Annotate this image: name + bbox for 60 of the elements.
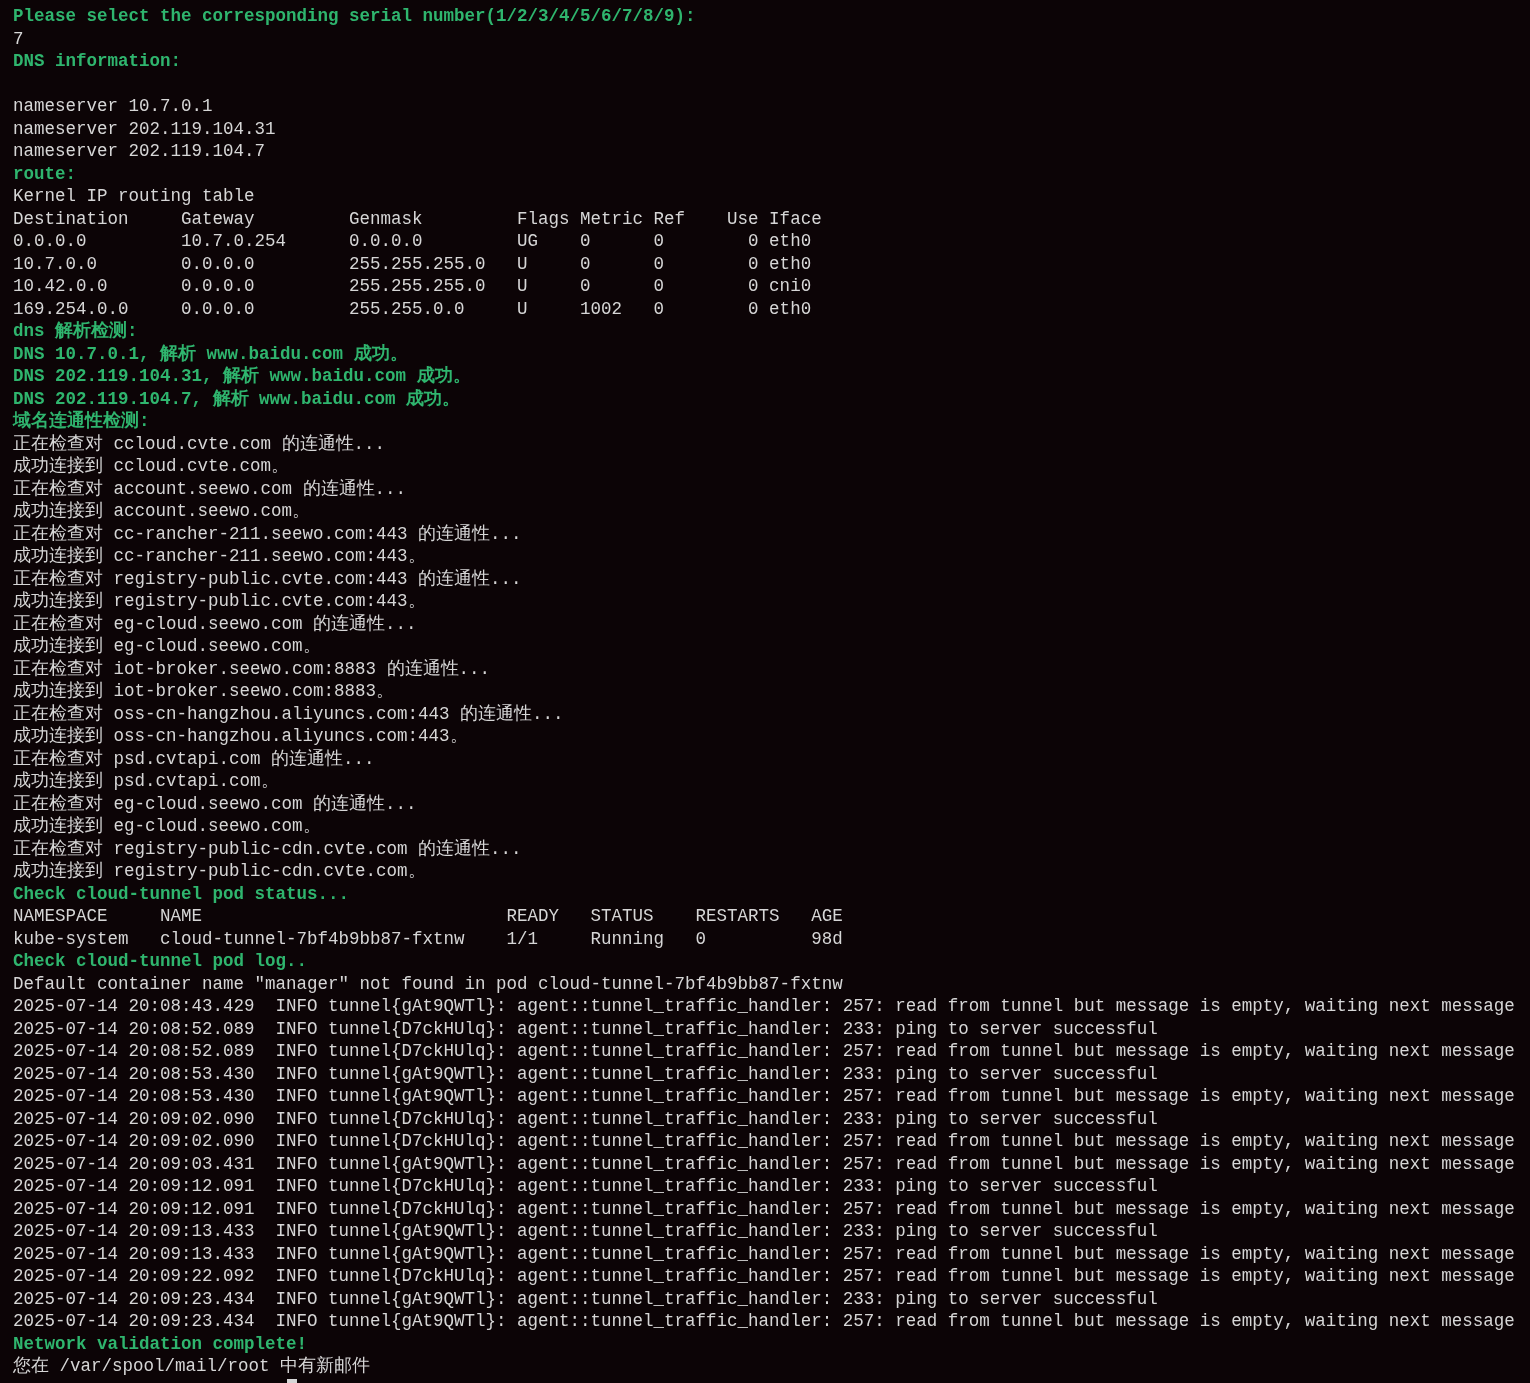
terminal-line: 169.254.0.0 0.0.0.0 255.255.0.0 U 1002 0 0 eth0 bbox=[13, 297, 812, 320]
terminal-line: 2025-07-14 20:09:22.092 INFO tunnel{D7ckHUlq}: agent::tunnel_traffic_handler: 257: read from tunnel but message is empty, waiting next message bbox=[13, 1265, 1515, 1288]
terminal-line: Destination Gateway Genmask Flags Metric Ref Use Iface bbox=[13, 207, 822, 230]
terminal-line: nameserver 202.119.104.7 bbox=[13, 140, 266, 163]
terminal-line: 成功连接到 psd.cvtapi.com。 bbox=[13, 770, 279, 793]
terminal-line: nameserver 10.7.0.1 bbox=[13, 95, 213, 118]
terminal-heading: Please select the corresponding serial number(1/2/3/4/5/6/7/8/9): bbox=[13, 5, 696, 28]
terminal-line: 2025-07-14 20:09:02.090 INFO tunnel{D7ckHUlq}: agent::tunnel_traffic_handler: 257: read from tunnel but message is empty, waiting next message bbox=[13, 1130, 1515, 1153]
terminal-line: 成功连接到 eg-cloud.seewo.com。 bbox=[13, 635, 321, 658]
terminal-line: 正在检查对 oss-cn-hangzhou.aliyuncs.com:443 的连通性... bbox=[13, 702, 564, 725]
terminal-line: 成功连接到 iot-broker.seewo.com:8883。 bbox=[13, 680, 395, 703]
terminal-line: 成功连接到 registry-public.cvte.com:443。 bbox=[13, 590, 426, 613]
terminal-line: 正在检查对 psd.cvtapi.com 的连通性... bbox=[13, 747, 375, 770]
terminal-line: 2025-07-14 20:09:12.091 INFO tunnel{D7ckHUlq}: agent::tunnel_traffic_handler: 257: read from tunnel but message is empty, waiting next message bbox=[13, 1197, 1515, 1220]
terminal-line: Kernel IP routing table bbox=[13, 185, 255, 208]
terminal-heading: DNS information: bbox=[13, 50, 182, 73]
terminal-line: 2025-07-14 20:09:12.091 INFO tunnel{D7ckHUlq}: agent::tunnel_traffic_handler: 233: ping to server successful bbox=[13, 1175, 1158, 1198]
terminal-line: 成功连接到 ccloud.cvte.com。 bbox=[13, 455, 290, 478]
terminal-line: 正在检查对 registry-public.cvte.com:443 的连通性... bbox=[13, 567, 522, 590]
terminal-line: 10.7.0.0 0.0.0.0 255.255.255.0 U 0 0 0 eth0 bbox=[13, 252, 812, 275]
terminal-line: 2025-07-14 20:08:53.430 INFO tunnel{gAt9QWTl}: agent::tunnel_traffic_handler: 257: read from tunnel but message is empty, waiting next message bbox=[13, 1085, 1515, 1108]
terminal-line: NAMESPACE NAME READY STATUS RESTARTS AGE bbox=[13, 905, 843, 928]
terminal-line: Default container name "manager" not found in pod cloud-tunnel-7bf4b9bb87-fxtnw bbox=[13, 972, 843, 995]
terminal-heading: DNS 202.119.104.31, 解析 www.baidu.com 成功。 bbox=[13, 365, 471, 388]
terminal-line: 2025-07-14 20:09:03.431 INFO tunnel{gAt9QWTl}: agent::tunnel_traffic_handler: 257: read from tunnel but message is empty, waiting next message bbox=[13, 1152, 1515, 1175]
terminal-line: 成功连接到 registry-public-cdn.cvte.com。 bbox=[13, 860, 426, 883]
terminal-line: 2025-07-14 20:08:52.089 INFO tunnel{D7ckHUlq}: agent::tunnel_traffic_handler: 233: ping to server successful bbox=[13, 1017, 1158, 1040]
terminal-heading: Check cloud-tunnel pod status... bbox=[13, 882, 350, 905]
terminal-line: 正在检查对 account.seewo.com 的连通性... bbox=[13, 477, 407, 500]
terminal-line: 2025-07-14 20:09:02.090 INFO tunnel{D7ckHUlq}: agent::tunnel_traffic_handler: 233: ping to server successful bbox=[13, 1107, 1158, 1130]
terminal-line: 2025-07-14 20:08:53.430 INFO tunnel{gAt9QWTl}: agent::tunnel_traffic_handler: 233: ping to server successful bbox=[13, 1062, 1158, 1085]
terminal-line: 正在检查对 eg-cloud.seewo.com 的连通性... bbox=[13, 612, 417, 635]
terminal-line: 正在检查对 cc-rancher-211.seewo.com:443 的连通性... bbox=[13, 522, 522, 545]
terminal-line: 2025-07-14 20:09:13.433 INFO tunnel{gAt9QWTl}: agent::tunnel_traffic_handler: 233: ping to server successful bbox=[13, 1220, 1158, 1243]
terminal-line: nameserver 202.119.104.31 bbox=[13, 117, 276, 140]
terminal-heading: Check cloud-tunnel pod log.. bbox=[13, 950, 308, 973]
terminal-line: 成功连接到 eg-cloud.seewo.com。 bbox=[13, 815, 321, 838]
terminal-line: 2025-07-14 20:09:23.434 INFO tunnel{gAt9QWTl}: agent::tunnel_traffic_handler: 257: read from tunnel but message is empty, waiting next message bbox=[13, 1310, 1515, 1333]
terminal-heading: DNS 10.7.0.1, 解析 www.baidu.com 成功。 bbox=[13, 342, 408, 365]
terminal-line: 2025-07-14 20:08:52.089 INFO tunnel{D7ckHUlq}: agent::tunnel_traffic_handler: 257: read from tunnel but message is empty, waiting next message bbox=[13, 1040, 1515, 1063]
terminal-heading: Network validation complete! bbox=[13, 1332, 308, 1355]
terminal-line: 0.0.0.0 10.7.0.254 0.0.0.0 UG 0 0 0 eth0 bbox=[13, 230, 812, 253]
terminal-line: 正在检查对 registry-public-cdn.cvte.com 的连通性... bbox=[13, 837, 522, 860]
terminal-heading: DNS 202.119.104.7, 解析 www.baidu.com 成功。 bbox=[13, 387, 461, 410]
terminal-line: 成功连接到 account.seewo.com。 bbox=[13, 500, 311, 523]
terminal-line: 成功连接到 oss-cn-hangzhou.aliyuncs.com:443。 bbox=[13, 725, 468, 748]
terminal-heading: 域名连通性检测: bbox=[13, 410, 150, 433]
terminal-line: 2025-07-14 20:09:13.433 INFO tunnel{gAt9QWTl}: agent::tunnel_traffic_handler: 257: read from tunnel but message is empty, waiting next message bbox=[13, 1242, 1515, 1265]
terminal-heading: route: bbox=[13, 162, 76, 185]
terminal-line: 正在检查对 iot-broker.seewo.com:8883 的连通性... bbox=[13, 657, 491, 680]
terminal-line: 7 bbox=[13, 27, 24, 50]
terminal-line: 2025-07-14 20:08:43.429 INFO tunnel{gAt9QWTl}: agent::tunnel_traffic_handler: 257: read from tunnel but message is empty, waiting next message bbox=[13, 995, 1515, 1018]
terminal-heading: dns 解析检测: bbox=[13, 320, 138, 343]
terminal-line: 正在检查对 eg-cloud.seewo.com 的连通性... bbox=[13, 792, 417, 815]
terminal-line: 正在检查对 ccloud.cvte.com 的连通性... bbox=[13, 432, 386, 455]
terminal-line: 成功连接到 cc-rancher-211.seewo.com:443。 bbox=[13, 545, 426, 568]
terminal-line: 2025-07-14 20:09:23.434 INFO tunnel{gAt9QWTl}: agent::tunnel_traffic_handler: 233: ping to server successful bbox=[13, 1287, 1158, 1310]
terminal-line: kube-system cloud-tunnel-7bf4b9bb87-fxtnw 1/1 Running 0 98d bbox=[13, 927, 843, 950]
terminal-line: 10.42.0.0 0.0.0.0 255.255.255.0 U 0 0 0 cni0 bbox=[13, 275, 812, 298]
terminal-line: 您在 /var/spool/mail/root 中有新邮件 bbox=[13, 1355, 371, 1378]
